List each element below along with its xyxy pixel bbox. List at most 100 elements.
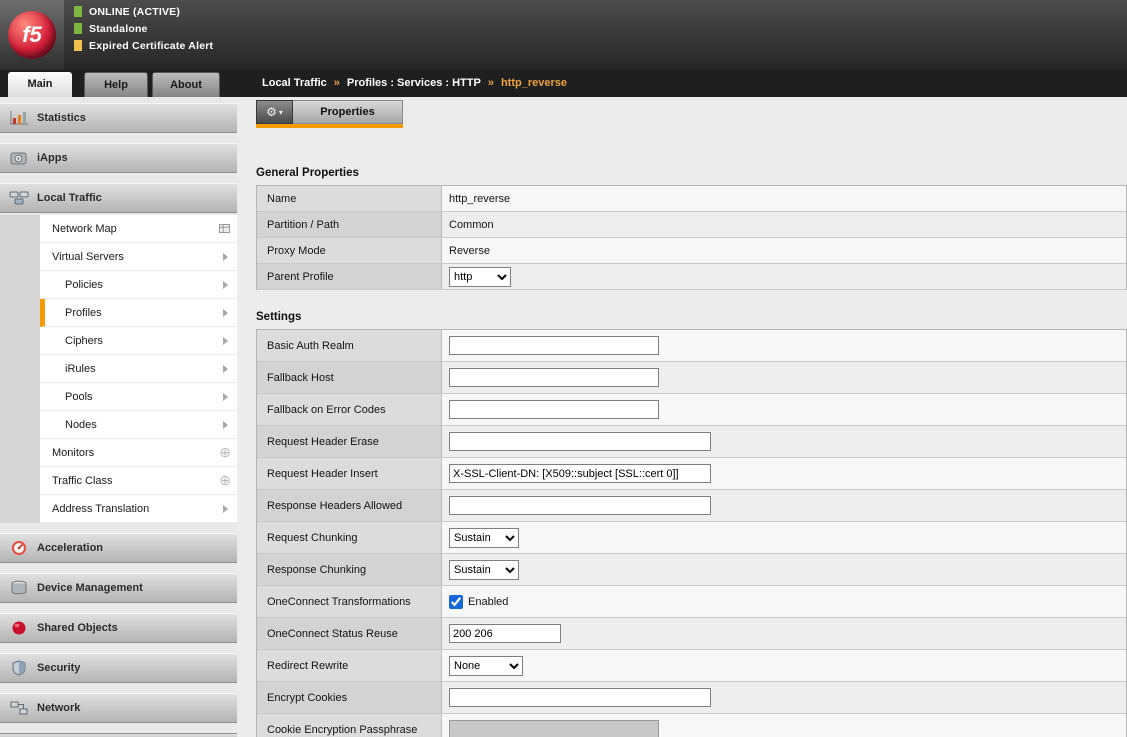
- top-banner: f5 ONLINE (ACTIVE) Standalone Expired Cert…: [0, 0, 1127, 70]
- row-value: [442, 394, 1126, 425]
- breadcrumb: Local Traffic » Profiles : Services : HTTP…: [262, 70, 567, 97]
- add-plus-icon[interactable]: ⊕: [219, 445, 231, 459]
- request-chunking-select[interactable]: Sustain: [449, 528, 519, 548]
- sidebar-section-security[interactable]: Security: [0, 653, 237, 683]
- row-label: Cookie Encryption Passphrase: [257, 714, 442, 737]
- row-value: [442, 618, 1126, 649]
- status-row-expired-certificate-alert: Expired Certificate Alert: [74, 37, 213, 54]
- sidebar-section-local-traffic[interactable]: Local Traffic: [0, 183, 237, 213]
- iapps-icon: [6, 150, 32, 166]
- sidebar-item-profiles[interactable]: Profiles: [40, 299, 237, 327]
- sidebar-section-label: Acceleration: [37, 542, 103, 554]
- breadcrumb-item-local-traffic[interactable]: Local Traffic: [262, 77, 327, 89]
- sidebar-item-monitors[interactable]: Monitors ⊕: [40, 439, 237, 467]
- sidebar-section-device-management[interactable]: Device Management: [0, 573, 237, 603]
- fallback-on-error-codes-input[interactable]: [449, 400, 659, 419]
- f5-logo-ball: f5: [8, 11, 56, 59]
- redirect-rewrite-select[interactable]: None: [449, 656, 523, 676]
- table-row-basic-auth-realm: Basic Auth Realm: [257, 330, 1126, 362]
- expand-arrow-icon[interactable]: [223, 365, 228, 373]
- expand-arrow-icon[interactable]: [223, 393, 228, 401]
- breadcrumb-item-http-reverse[interactable]: http_reverse: [501, 77, 567, 89]
- sidebar-item-traffic-class[interactable]: Traffic Class⊕: [40, 467, 237, 495]
- table-row-response-headers-allowed: Response Headers Allowed: [257, 490, 1126, 522]
- cookie-encryption-passphrase-input[interactable]: [449, 720, 659, 737]
- sidebar-item-label: Ciphers: [65, 335, 103, 347]
- sidebar-section-statistics[interactable]: Statistics: [0, 103, 237, 133]
- status-indicator-icon: [74, 40, 82, 51]
- tab-about[interactable]: About: [152, 72, 220, 97]
- sidebar-item-label: Virtual Servers: [52, 251, 124, 263]
- sidebar-section-shared-objects[interactable]: Shared Objects: [0, 613, 237, 643]
- sidebar-section-network[interactable]: Network: [0, 693, 237, 723]
- table-row-redirect-rewrite: Redirect RewriteNone: [257, 650, 1126, 682]
- row-value: Sustain: [442, 554, 1126, 585]
- expand-arrow-icon[interactable]: [223, 281, 228, 289]
- sidebar-section-acceleration[interactable]: Acceleration: [0, 533, 237, 563]
- breadcrumb-item-profiles-services-http[interactable]: Profiles : Services : HTTP: [347, 77, 481, 89]
- sidebar-item-network-map[interactable]: Network Map: [40, 215, 237, 243]
- row-label: Fallback Host: [257, 362, 442, 393]
- status-label: ONLINE (ACTIVE): [89, 6, 180, 18]
- response-chunking-select[interactable]: Sustain: [449, 560, 519, 580]
- row-label: Basic Auth Realm: [257, 330, 442, 361]
- local-traffic-submenu: Network Map Virtual Servers Policies Profil…: [0, 215, 237, 523]
- sidebar-item-label: Monitors: [52, 447, 94, 459]
- table-row-oneconnect-status-reuse: OneConnect Status Reuse: [257, 618, 1126, 650]
- sidebar-section-iapps[interactable]: iApps: [0, 143, 237, 173]
- general-properties-table: Namehttp_reversePartition / PathCommonPr…: [256, 185, 1127, 290]
- table-row-request-chunking: Request Chunking Sustain: [257, 522, 1126, 554]
- sidebar-item-virtual-servers[interactable]: Virtual Servers: [40, 243, 237, 271]
- breadcrumb-separator: »: [488, 77, 494, 89]
- table-row-partition-path: Partition / PathCommon: [257, 212, 1126, 238]
- expand-arrow-icon[interactable]: [223, 421, 228, 429]
- sidebar-item-ciphers[interactable]: Ciphers: [40, 327, 237, 355]
- local-traffic-icon: [6, 190, 32, 206]
- security-icon: [6, 660, 32, 676]
- fallback-host-input[interactable]: [449, 368, 659, 387]
- encrypt-cookies-input[interactable]: [449, 688, 711, 707]
- table-row-request-header-erase: Request Header Erase: [257, 426, 1126, 458]
- request-header-erase-input[interactable]: [449, 432, 711, 451]
- basic-auth-realm-input[interactable]: [449, 336, 659, 355]
- device-status-list: ONLINE (ACTIVE) Standalone Expired Certifi…: [74, 3, 213, 54]
- expand-arrow-icon[interactable]: [223, 505, 228, 513]
- expand-arrow-icon[interactable]: [223, 337, 228, 345]
- expand-arrow-icon[interactable]: [223, 309, 228, 317]
- table-row-response-chunking: Response ChunkingSustain: [257, 554, 1126, 586]
- oneconnect-status-reuse-input[interactable]: [449, 624, 561, 643]
- sidebar-item-irules[interactable]: iRules: [40, 355, 237, 383]
- f5-logo[interactable]: f5: [0, 0, 64, 70]
- sidebar-item-label: Profiles: [65, 307, 102, 319]
- sidebar-item-address-translation[interactable]: Address Translation: [40, 495, 237, 523]
- table-row-fallback-on-error-codes: Fallback on Error Codes: [257, 394, 1126, 426]
- table-row-parent-profile: Parent Profilehttp: [257, 264, 1126, 290]
- row-label: Encrypt Cookies: [257, 682, 442, 713]
- breadcrumb-separator: »: [334, 77, 340, 89]
- parent-profile-select[interactable]: http: [449, 267, 511, 287]
- sidebar-section-label: Shared Objects: [37, 622, 118, 634]
- sidebar-item-pools[interactable]: Pools: [40, 383, 237, 411]
- request-header-insert-input[interactable]: [449, 464, 711, 483]
- sidebar-item-nodes[interactable]: Nodes: [40, 411, 237, 439]
- row-value: None: [442, 650, 1126, 681]
- row-value: Common: [442, 212, 1126, 237]
- row-label: Request Header Erase: [257, 426, 442, 457]
- shared-objects-icon: [6, 620, 32, 636]
- nav-bar: Main HelpAbout Local Traffic » Profiles : S…: [0, 70, 1127, 97]
- oneconnect-transformations-checkbox[interactable]: [449, 595, 463, 609]
- expand-arrow-icon[interactable]: [223, 253, 228, 261]
- add-plus-icon[interactable]: ⊕: [219, 473, 231, 487]
- sidebar-item-policies[interactable]: Policies: [40, 271, 237, 299]
- row-label: Request Chunking: [257, 522, 442, 553]
- options-gear-button[interactable]: ⚙▾: [256, 100, 293, 124]
- table-row-oneconnect-transformations: OneConnect TransformationsEnabled: [257, 586, 1126, 618]
- response-headers-allowed-input[interactable]: [449, 496, 711, 515]
- tab-main[interactable]: Main: [8, 72, 72, 97]
- sidebar-item-label: Policies: [65, 279, 103, 291]
- status-indicator-icon: [74, 6, 82, 17]
- table-row-request-header-insert: Request Header Insert: [257, 458, 1126, 490]
- tab-properties[interactable]: Properties: [293, 100, 403, 124]
- tab-help[interactable]: Help: [84, 72, 148, 97]
- status-label: Standalone: [89, 23, 148, 35]
